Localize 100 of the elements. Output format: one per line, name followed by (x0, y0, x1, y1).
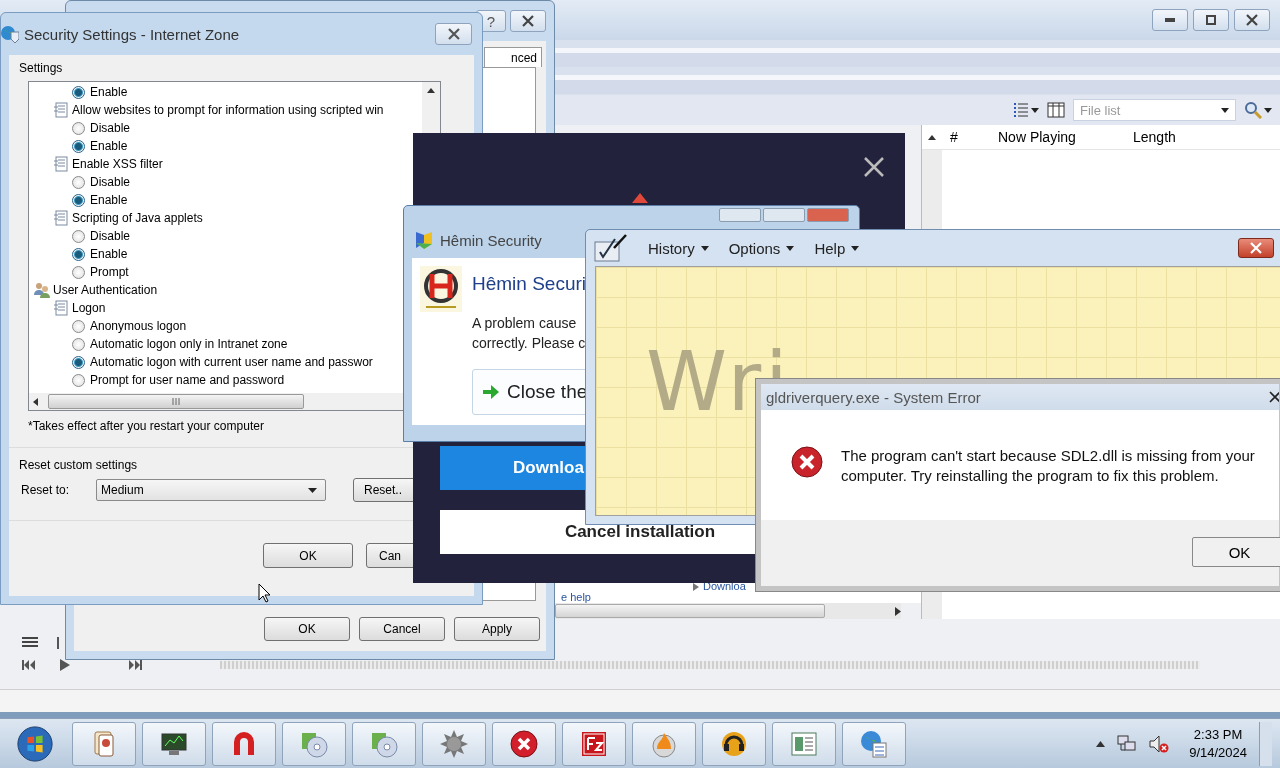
field-label: Reset to: (21, 483, 71, 497)
close-icon (1246, 14, 1258, 26)
menu-button[interactable]: History (648, 239, 729, 257)
network-icon[interactable] (1117, 734, 1138, 753)
dialog-button[interactable]: Cancel (359, 617, 445, 641)
search-button[interactable] (1244, 101, 1272, 119)
group-label: Reset custom settings (19, 458, 139, 472)
column-header[interactable]: Length (1133, 129, 1213, 145)
search-icon (1244, 101, 1262, 119)
scroll-thumb[interactable] (48, 394, 304, 409)
caret-icon (786, 245, 795, 251)
error-icon (509, 728, 539, 759)
close-button[interactable] (1238, 238, 1274, 258)
radio-button[interactable] (72, 247, 85, 261)
close-icon (447, 28, 460, 40)
dropdown-caret-icon (1221, 108, 1229, 113)
radio-button[interactable] (72, 139, 85, 153)
radio-button[interactable] (72, 355, 85, 369)
next-icon[interactable] (128, 660, 142, 670)
scroll-up-icon[interactable] (427, 88, 435, 93)
maximize-icon (1206, 15, 1216, 25)
column-header[interactable]: Now Playing (998, 129, 1133, 145)
pen-icon (594, 234, 628, 262)
scroll-left-icon[interactable] (33, 397, 38, 406)
close-button[interactable] (510, 10, 546, 32)
column-header[interactable]: # (942, 129, 998, 145)
settings-list[interactable] (28, 81, 441, 411)
radio-label: Disable (90, 229, 131, 243)
globe-shield-icon (1, 24, 19, 44)
radio-label: Automatic logon only in Intranet zone (90, 337, 288, 351)
radio-label: Prompt for user name and password (90, 373, 285, 387)
speaker-icon[interactable] (1149, 734, 1170, 753)
dialog-button[interactable]: Apply (454, 617, 540, 641)
radio-button[interactable] (72, 337, 85, 351)
shield-icon (414, 230, 434, 250)
radio-button[interactable] (72, 265, 85, 279)
setting-label: Scripting of Java applets (72, 211, 203, 225)
equalizer-icon[interactable] (56, 637, 60, 649)
message-text: A problem cause correctly. Please c (472, 314, 587, 353)
columns-icon[interactable] (1047, 102, 1065, 118)
menu-button[interactable]: Options (728, 239, 815, 257)
horizontal-scrollbar[interactable] (555, 603, 901, 619)
setting-label: Logon (72, 301, 106, 315)
sort-arrow-icon (928, 134, 936, 140)
clock-date[interactable]: 9/14/2024 (1189, 743, 1247, 762)
clock-time[interactable]: 2:33 PM (1193, 725, 1243, 744)
radio-button[interactable] (72, 175, 85, 189)
playlist-icon[interactable] (22, 637, 38, 649)
setting-label: Enable XSS filter (72, 157, 163, 171)
warning-icon (632, 193, 648, 203)
radio-button[interactable] (72, 319, 85, 333)
radio-button[interactable] (72, 373, 85, 387)
close-icon[interactable] (864, 157, 884, 177)
reset-level-dropdown[interactable]: Medium (96, 479, 326, 501)
close-icon[interactable] (1269, 391, 1279, 403)
radio-button[interactable] (72, 229, 85, 243)
radio-label: Enable (90, 85, 128, 99)
taskbar-button[interactable] (492, 721, 556, 766)
window-title: Hêmin Security (440, 231, 542, 249)
radio-button[interactable] (72, 193, 85, 207)
taskbar-button[interactable] (142, 721, 206, 766)
minimize-button[interactable] (1152, 9, 1188, 31)
caret-icon (851, 245, 860, 251)
previous-icon[interactable] (22, 660, 36, 670)
note-text: *Takes effect after you restart your computer (28, 419, 265, 433)
menu-button[interactable]: Help (814, 239, 880, 257)
maximize-button[interactable] (1193, 9, 1229, 31)
window-title: Security Settings - Internet Zone (24, 25, 241, 43)
scroll-right-icon[interactable] (895, 606, 901, 616)
play-icon[interactable] (60, 659, 70, 671)
script-icon (53, 210, 69, 226)
ok-button[interactable]: OK (1192, 537, 1280, 567)
dialog-button[interactable]: OK (263, 543, 353, 568)
arrow-icon (483, 385, 499, 399)
category-label: User Authentication (53, 283, 158, 297)
close-button[interactable] (435, 23, 472, 45)
mouse-cursor-icon (258, 583, 271, 603)
setting-label: Allow websites to prompt for information using scripted win (72, 103, 384, 117)
show-hidden-icon[interactable] (1096, 740, 1106, 747)
list-view-icon (1013, 102, 1029, 118)
close-button[interactable] (1234, 9, 1270, 31)
minimize-icon (1165, 18, 1175, 22)
radio-label: Enable (90, 247, 128, 261)
help-link[interactable]: e help (561, 592, 591, 603)
heading: Hêmin Securi (472, 273, 588, 295)
list-view-button[interactable] (1013, 102, 1039, 118)
dialog-button[interactable]: OK (264, 617, 350, 641)
caret-icon (1264, 107, 1272, 113)
error-message: The program can't start because SDL2.dll is missing from your computer. Try reinstalling the program to fix this problem. (841, 446, 1256, 486)
radio-label: Automatic logon with current user name and passwor (90, 355, 373, 369)
tab[interactable]: nced (484, 47, 542, 67)
radio-button[interactable] (72, 85, 85, 99)
radio-label: Anonymous logon (90, 319, 187, 333)
section-label: Settings (19, 61, 64, 75)
radio-button[interactable] (72, 121, 85, 135)
logo-icon (420, 266, 462, 312)
start-orb-icon (16, 723, 54, 764)
radio-label: Enable (90, 139, 128, 153)
list-field[interactable]: File list (1073, 99, 1236, 121)
taskbar-button[interactable] (702, 721, 766, 766)
